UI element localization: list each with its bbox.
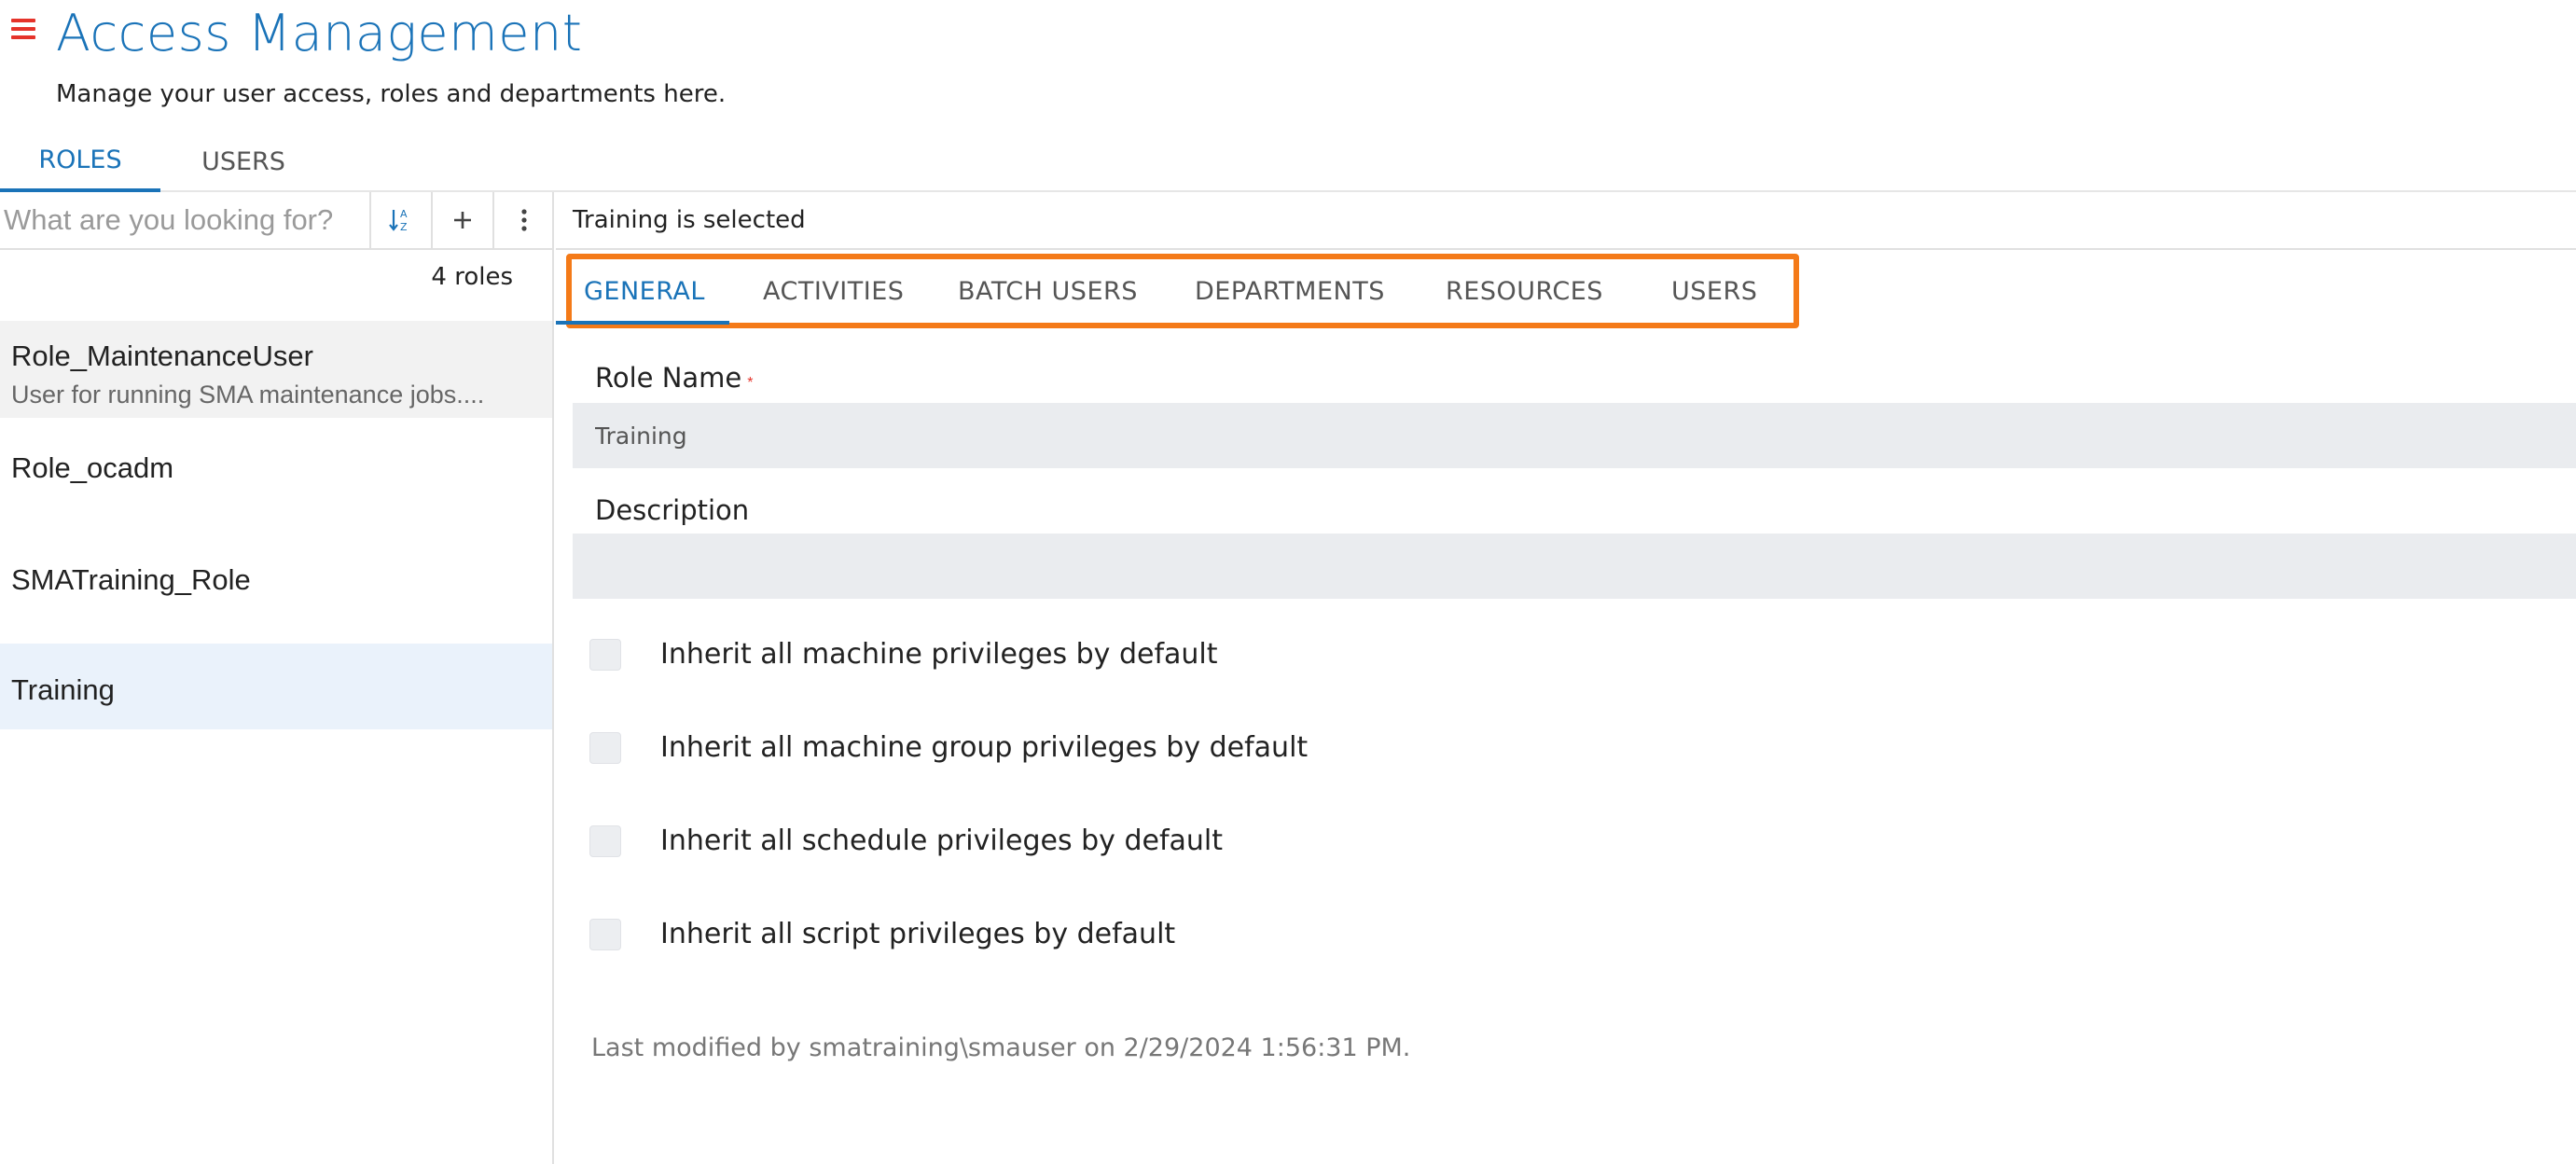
list-item-role-selected[interactable]: Training <box>0 644 552 729</box>
tab-activities[interactable]: ACTIVITIES <box>763 259 904 323</box>
role-name: Role_ocadm <box>11 451 174 484</box>
checkbox-label: Inherit all machine privileges by defaul… <box>660 638 1218 671</box>
checkbox-schedule-privileges[interactable]: Inherit all schedule privileges by defau… <box>589 824 1223 857</box>
role-name-label: Role Name <box>595 362 742 394</box>
hamburger-menu-icon[interactable] <box>11 19 35 39</box>
selection-status: Training is selected <box>556 192 2576 250</box>
checkbox[interactable] <box>589 824 621 857</box>
tab-users-detail[interactable]: USERS <box>1671 259 1757 323</box>
checkbox-label: Inherit all schedule privileges by defau… <box>660 824 1224 857</box>
kebab-menu-icon <box>521 209 527 231</box>
list-item-role[interactable]: SMATraining_Role <box>0 545 552 638</box>
tab-batch-users[interactable]: BATCH USERS <box>958 259 1138 323</box>
sort-az-icon: A Z <box>389 208 408 233</box>
svg-text:Z: Z <box>400 221 408 233</box>
svg-text:A: A <box>400 208 408 220</box>
tab-roles[interactable]: ROLES <box>0 131 160 192</box>
list-item-role[interactable]: Role_ocadm <box>0 433 552 526</box>
list-item-role[interactable]: Role_MaintenanceUser User for running SM… <box>0 321 552 418</box>
checkbox[interactable] <box>589 918 621 950</box>
role-name: Training <box>11 673 115 706</box>
sort-button[interactable]: A Z <box>369 192 431 248</box>
more-options-button[interactable] <box>492 192 554 248</box>
role-description: User for running SMA maintenance jobs...… <box>11 381 485 409</box>
roles-panel: A Z 4 roles Role_MaintenanceUser User fo… <box>0 192 554 1164</box>
tab-general[interactable]: GENERAL <box>584 259 705 323</box>
checkbox-script-privileges[interactable]: Inherit all script privileges by default <box>589 918 1175 950</box>
role-name-label-row: Role Name * <box>595 362 754 394</box>
required-marker: * <box>747 375 754 391</box>
role-name: SMATraining_Role <box>11 563 251 596</box>
roles-count: 4 roles <box>431 263 513 291</box>
role-name: Role_MaintenanceUser <box>11 340 313 372</box>
description-field[interactable] <box>573 534 2576 599</box>
checkbox-machine-group-privileges[interactable]: Inherit all machine group privileges by … <box>589 731 1308 764</box>
checkbox-label: Inherit all machine group privileges by … <box>660 731 1309 764</box>
search-input[interactable] <box>0 192 367 248</box>
active-tab-indicator <box>556 321 729 325</box>
add-role-button[interactable] <box>431 192 492 248</box>
checkbox-label: Inherit all script privileges by default <box>660 918 1176 950</box>
top-tabs: ROLES USERS <box>0 131 2576 192</box>
roles-toolbar: A Z <box>0 192 554 250</box>
description-label: Description <box>595 494 750 526</box>
checkbox[interactable] <box>589 638 621 671</box>
tab-resources[interactable]: RESOURCES <box>1446 259 1603 323</box>
page-title: Access Management <box>56 4 583 62</box>
tab-users[interactable]: USERS <box>183 131 304 192</box>
tabs-highlight-box <box>566 254 1799 328</box>
role-name-field[interactable] <box>573 403 2576 468</box>
last-modified-text: Last modified by smatraining\smauser on … <box>591 1033 1411 1062</box>
tab-departments[interactable]: DEPARTMENTS <box>1195 259 1385 323</box>
checkbox[interactable] <box>589 731 621 764</box>
plus-icon <box>454 212 471 229</box>
page-subtitle: Manage your user access, roles and depar… <box>56 80 727 108</box>
checkbox-machine-privileges[interactable]: Inherit all machine privileges by defaul… <box>589 638 1218 671</box>
